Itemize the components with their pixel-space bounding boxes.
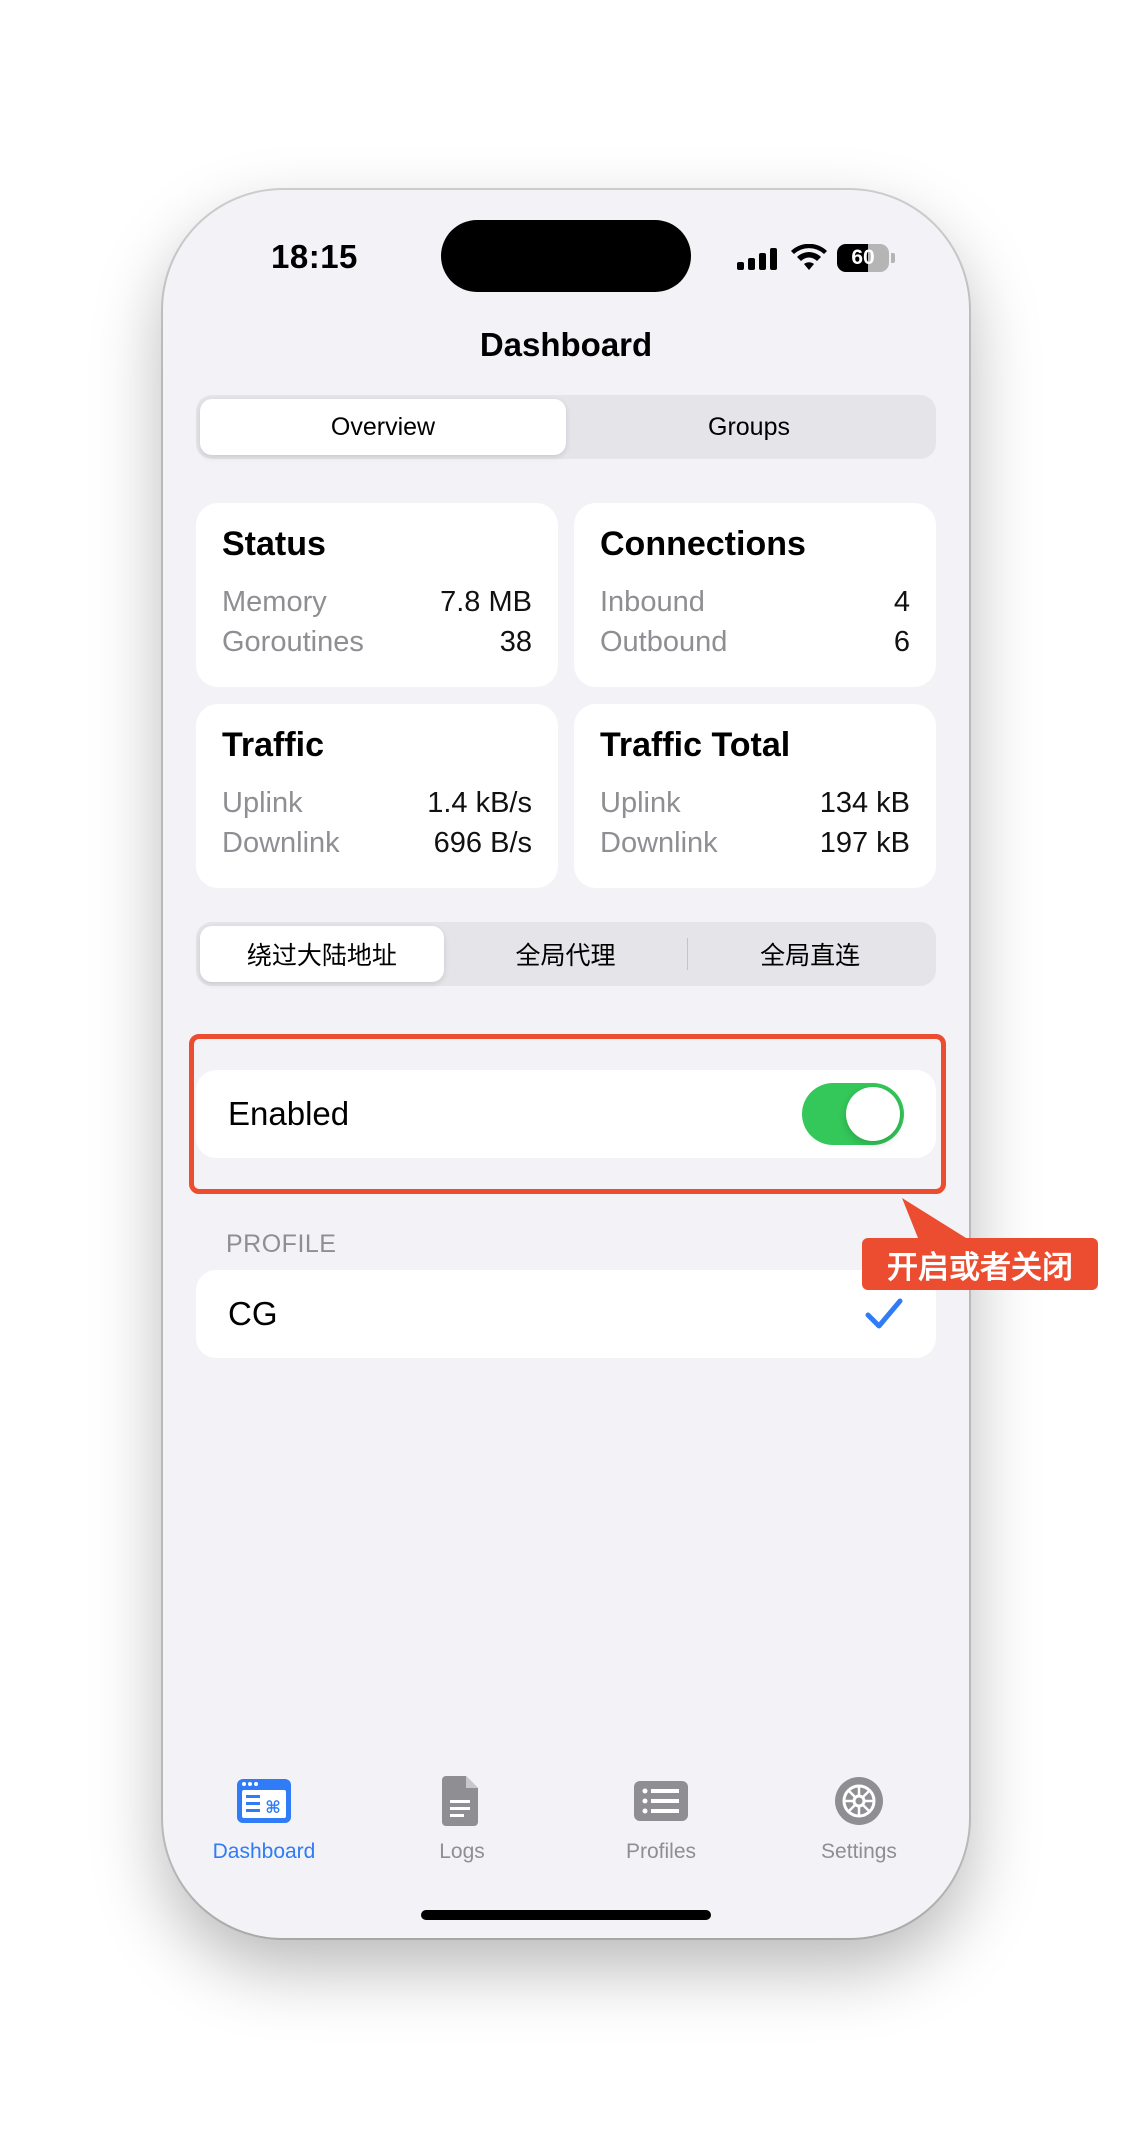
stat-label: Outbound [600, 626, 728, 658]
profile-row-cg[interactable]: CG [196, 1270, 936, 1358]
stat-row: Memory 7.8 MB [222, 582, 532, 622]
status-time: 18:15 [271, 238, 358, 275]
tab-label: Logs [439, 1840, 485, 1863]
tab-label: Profiles [625, 1840, 697, 1863]
battery-cap [891, 253, 895, 263]
view-segmented-control: Overview Groups [196, 395, 936, 459]
traffic-total-card: Traffic Total Uplink 134 kB Downlink 197 k… [574, 704, 936, 888]
stat-value: 1.4 kB/s [427, 787, 532, 819]
tab-dashboard[interactable]: ⌘ Dashboard [194, 1776, 334, 1864]
tab-bar: ⌘ Dashboard Logs Profiles Settings [163, 1776, 969, 1886]
card-title: Connections [600, 525, 806, 563]
card-title: Status [222, 525, 326, 563]
svg-text:⌘: ⌘ [265, 1798, 281, 1818]
stat-row: Uplink 1.4 kB/s [222, 783, 532, 823]
home-indicator [421, 1910, 711, 1920]
tab-label: Dashboard [212, 1840, 316, 1863]
segment-bypass-mainland[interactable]: 绕过大陆地址 [200, 926, 444, 982]
stat-row: Downlink 197 kB [600, 823, 910, 863]
document-icon [442, 1776, 478, 1826]
stat-row: Uplink 134 kB [600, 783, 910, 823]
profile-section-header: PROFILE [226, 1230, 337, 1258]
battery-level: 60 [851, 246, 875, 269]
status-card: Status Memory 7.8 MB Goroutines 38 [196, 503, 558, 687]
stat-row: Downlink 696 B/s [222, 823, 532, 863]
segment-global-proxy[interactable]: 全局代理 [444, 926, 688, 982]
mode-segmented-control: 绕过大陆地址 全局代理 全局直连 [196, 922, 936, 986]
segment-overview[interactable]: Overview [200, 399, 566, 455]
tab-logs[interactable]: Logs [392, 1776, 532, 1864]
dynamic-island [441, 220, 691, 292]
highlight-box [189, 1034, 946, 1194]
card-title: Traffic Total [600, 726, 791, 764]
battery-icon: 60 [837, 244, 889, 272]
stat-value: 197 kB [819, 827, 910, 859]
list-icon [634, 1781, 688, 1821]
card-title: Traffic [222, 726, 325, 764]
segment-global-direct[interactable]: 全局直连 [688, 926, 932, 982]
stat-row: Outbound 6 [600, 622, 910, 662]
stat-label: Uplink [600, 787, 681, 819]
stat-label: Downlink [600, 827, 718, 859]
traffic-card: Traffic Uplink 1.4 kB/s Downlink 696 B/s [196, 704, 558, 888]
dashboard-icon: ⌘ [237, 1779, 291, 1823]
stat-value: 696 B/s [433, 827, 532, 859]
tab-settings[interactable]: Settings [789, 1776, 929, 1864]
stat-value: 6 [893, 626, 910, 658]
stat-value: 38 [499, 626, 532, 658]
stat-label: Downlink [222, 827, 340, 859]
tab-label: Settings [821, 1840, 897, 1863]
stat-value: 4 [893, 586, 910, 618]
wifi-icon [791, 244, 827, 270]
annotation-callout: 开启或者关闭 [862, 1238, 1098, 1290]
stat-label: Goroutines [222, 626, 364, 658]
stat-value: 134 kB [819, 787, 910, 819]
phone-frame: 18:15 60 Dashboard Overview Groups Statu… [163, 190, 969, 1938]
cellular-signal-icon [737, 246, 777, 270]
stat-row: Inbound 4 [600, 582, 910, 622]
stat-row: Goroutines 38 [222, 622, 532, 662]
stat-label: Uplink [222, 787, 303, 819]
page-title: Dashboard [479, 326, 653, 363]
gear-icon [835, 1777, 883, 1825]
tab-profiles[interactable]: Profiles [591, 1776, 731, 1864]
connections-card: Connections Inbound 4 Outbound 6 [574, 503, 936, 687]
stat-value: 7.8 MB [440, 586, 532, 618]
segment-groups[interactable]: Groups [566, 399, 932, 455]
checkmark-icon [865, 1298, 903, 1329]
profile-name: CG [228, 1295, 278, 1332]
stat-label: Memory [222, 586, 327, 618]
stat-label: Inbound [600, 586, 705, 618]
status-icons: 60 [737, 240, 895, 276]
